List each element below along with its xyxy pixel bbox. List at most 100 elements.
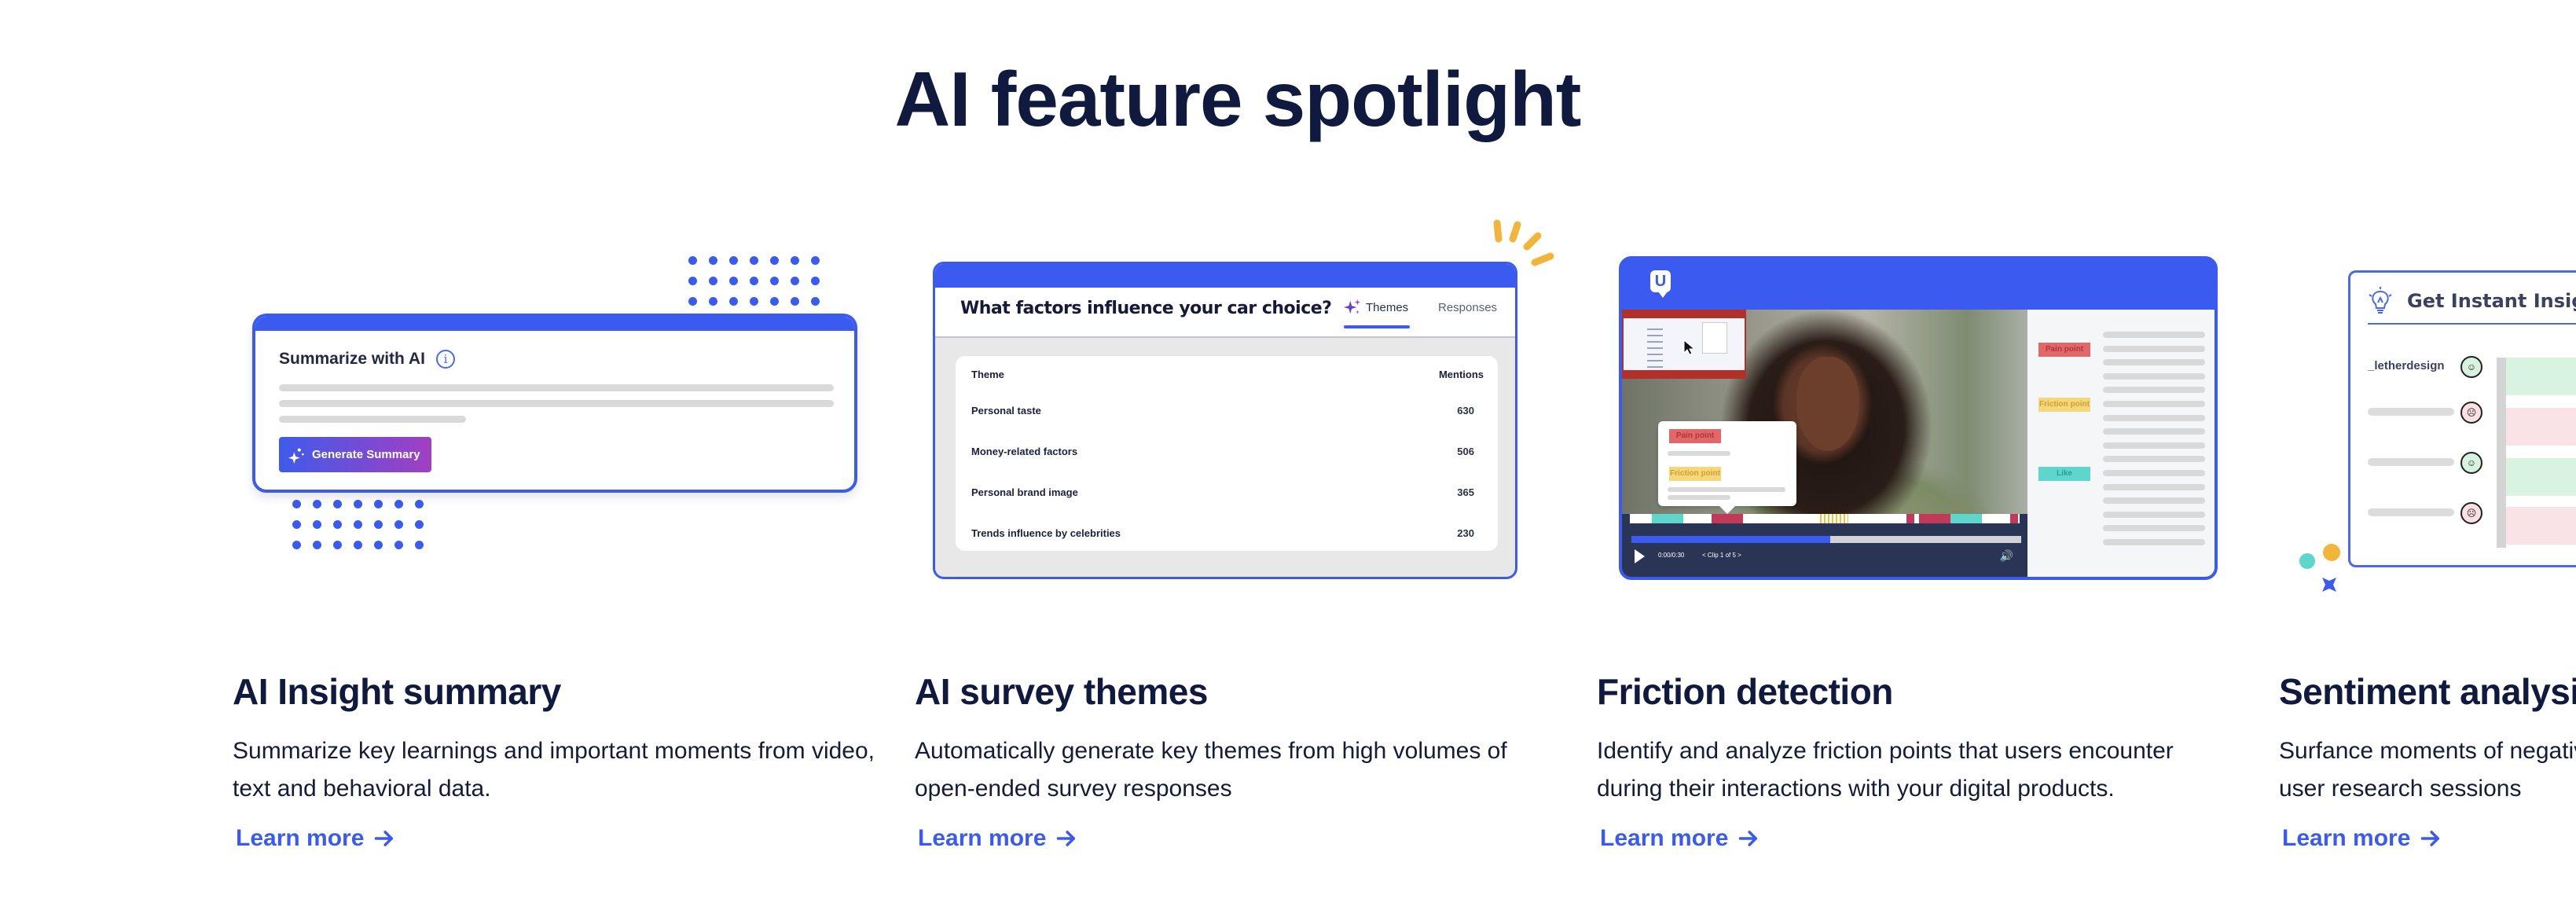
cursor-icon [1683,339,1696,355]
placeholder-line [2103,470,2205,476]
sentiment-illustration: Get Instant Insights _letherdesign ☺ ☹ ☺… [2348,270,2576,567]
video-controls: 0:00/0:30 < Clip 1 of 5 > 🔊 [1622,514,2027,577]
placeholder-line [1668,451,1730,456]
arrow-right-icon [2421,831,2440,846]
play-icon[interactable] [1635,549,1645,563]
decorative-dot [2299,553,2315,569]
learn-more-label: Learn more [236,825,365,851]
feature-title: AI Insight summary [233,671,561,712]
page-title: AI feature spotlight [894,56,1582,142]
placeholder-line [2103,332,2205,338]
generate-summary-button[interactable]: Generate Summary [279,437,431,472]
tab-themes[interactable]: Themes [1344,299,1408,316]
placeholder-line [1668,487,1785,492]
tab-themes-label: Themes [1366,300,1409,314]
session-video[interactable]: Pain point Friction point [1622,310,2027,514]
video-progress-fill [1631,536,1830,543]
tag-pain-point: Pain point [2038,343,2090,357]
feature-ai-survey-themes: AI survey themes Automatically generate … [915,670,1559,852]
survey-header: What factors influence your car choice? … [935,288,1515,338]
feature-friction-detection: Friction detection Identify and analyze … [1597,670,2241,852]
sentiment-bar-positive [2506,358,2576,395]
placeholder-line [2368,458,2454,466]
feature-sentiment-analysis: Sentiment analysis Surfance moments of n… [2279,670,2576,852]
placeholder-line [2103,372,2205,380]
table-row-theme: Personal taste [971,405,1041,416]
video-progress-bar[interactable] [1631,536,2021,543]
learn-more-label: Learn more [2282,825,2411,851]
table-row-mentions: 365 [1457,486,1474,498]
learn-more-label: Learn more [1600,825,1729,851]
transcript-panel: Pain point Friction point Like [2027,310,2215,577]
sad-face-icon: ☹ [2460,402,2482,424]
placeholder-line [2103,359,2205,366]
volume-icon[interactable]: 🔊 [2000,549,2013,563]
sad-face-icon: ☹ [2460,502,2482,524]
placeholder-line [279,416,466,423]
summarize-heading: Summarize with AI [279,350,425,368]
info-icon: i [436,350,455,369]
table-row-theme: Personal brand image [971,486,1078,498]
tag-like: Like [2038,467,2090,481]
table-row-theme: Trends influence by celebrities [971,527,1121,539]
learn-more-link[interactable]: Learn more [1600,825,1760,852]
feature-title: Sentiment analysis [2279,671,2576,712]
placeholder-line [2103,525,2205,532]
table-row-theme: Money-related factors [971,446,1078,457]
learn-more-link[interactable]: Learn more [2282,825,2442,852]
placeholder-line [2103,511,2205,518]
clip-navigator[interactable]: < Clip 1 of 5 > [1702,552,1741,559]
placeholder-line [2103,483,2205,490]
survey-themes-illustration: What factors influence your car choice? … [933,262,1517,579]
feature-title: AI survey themes [915,671,1208,712]
decorative-dots [688,256,820,306]
arrow-right-icon [1739,831,1758,846]
lightbulb-icon [2369,287,2392,314]
themes-table: Theme Mentions Personal taste 630 Money-… [956,356,1498,551]
happy-face-icon: ☺ [2460,356,2482,378]
decorative-sparkle-icon [2322,578,2336,592]
learn-more-label: Learn more [918,825,1047,851]
sentiment-bar-negative [2506,408,2576,446]
window-header-bar: U [1622,259,2215,310]
tag-friction-point: Friction point [2038,398,2090,412]
placeholder-line [2103,428,2205,435]
feature-description: Identify and analyze friction points tha… [1597,738,2174,802]
active-tab-indicator [1344,325,1410,328]
summarize-illustration: Summarize with AI i Generate Summary [252,314,857,493]
feature-title: Friction detection [1597,671,1893,712]
feature-description: Surfance moments of negative and positiv… [2279,738,2576,802]
feature-description: Automatically generate key themes from h… [915,738,1507,802]
learn-more-link[interactable]: Learn more [918,825,1077,852]
placeholder-line [2368,408,2454,416]
column-header-theme: Theme [971,369,1004,380]
placeholder-line [279,400,834,407]
learn-more-link[interactable]: Learn more [236,825,395,852]
feature-description: Summarize key learnings and important mo… [233,738,875,802]
friction-detection-illustration: U Pain point Friction point 0:00/0:30 < … [1619,256,2218,580]
sentiment-heading: Get Instant Insights [2407,290,2576,312]
arrow-right-icon [1057,831,1076,846]
sentiment-timeline[interactable] [1630,514,2020,523]
column-header-mentions: Mentions [1438,369,1484,380]
table-row-mentions: 230 [1457,527,1474,539]
table-row-mentions: 630 [1457,405,1474,416]
tab-responses[interactable]: Responses [1438,301,1497,314]
survey-question: What factors influence your car choice? [960,299,1332,318]
sparkle-icon [1344,299,1361,314]
chart-axis [2497,358,2506,548]
decorative-dots [292,500,424,549]
tag-friction-point: Friction point [1669,467,1721,481]
feature-ai-insight-summary: AI Insight summary Summarize key learnin… [233,670,877,852]
window-header-bar [935,264,1515,288]
placeholder-line [2103,414,2205,421]
sparkle-icon [288,448,304,464]
video-time: 0:00/0:30 [1658,552,1685,559]
arrow-right-icon [375,831,394,846]
placeholder-line [2103,497,2205,505]
placeholder-line [1668,495,1730,500]
participant-name: _letherdesign [2368,359,2445,372]
divider [2368,323,2576,325]
table-row-mentions: 506 [1457,446,1474,457]
placeholder-line [2103,539,2205,545]
